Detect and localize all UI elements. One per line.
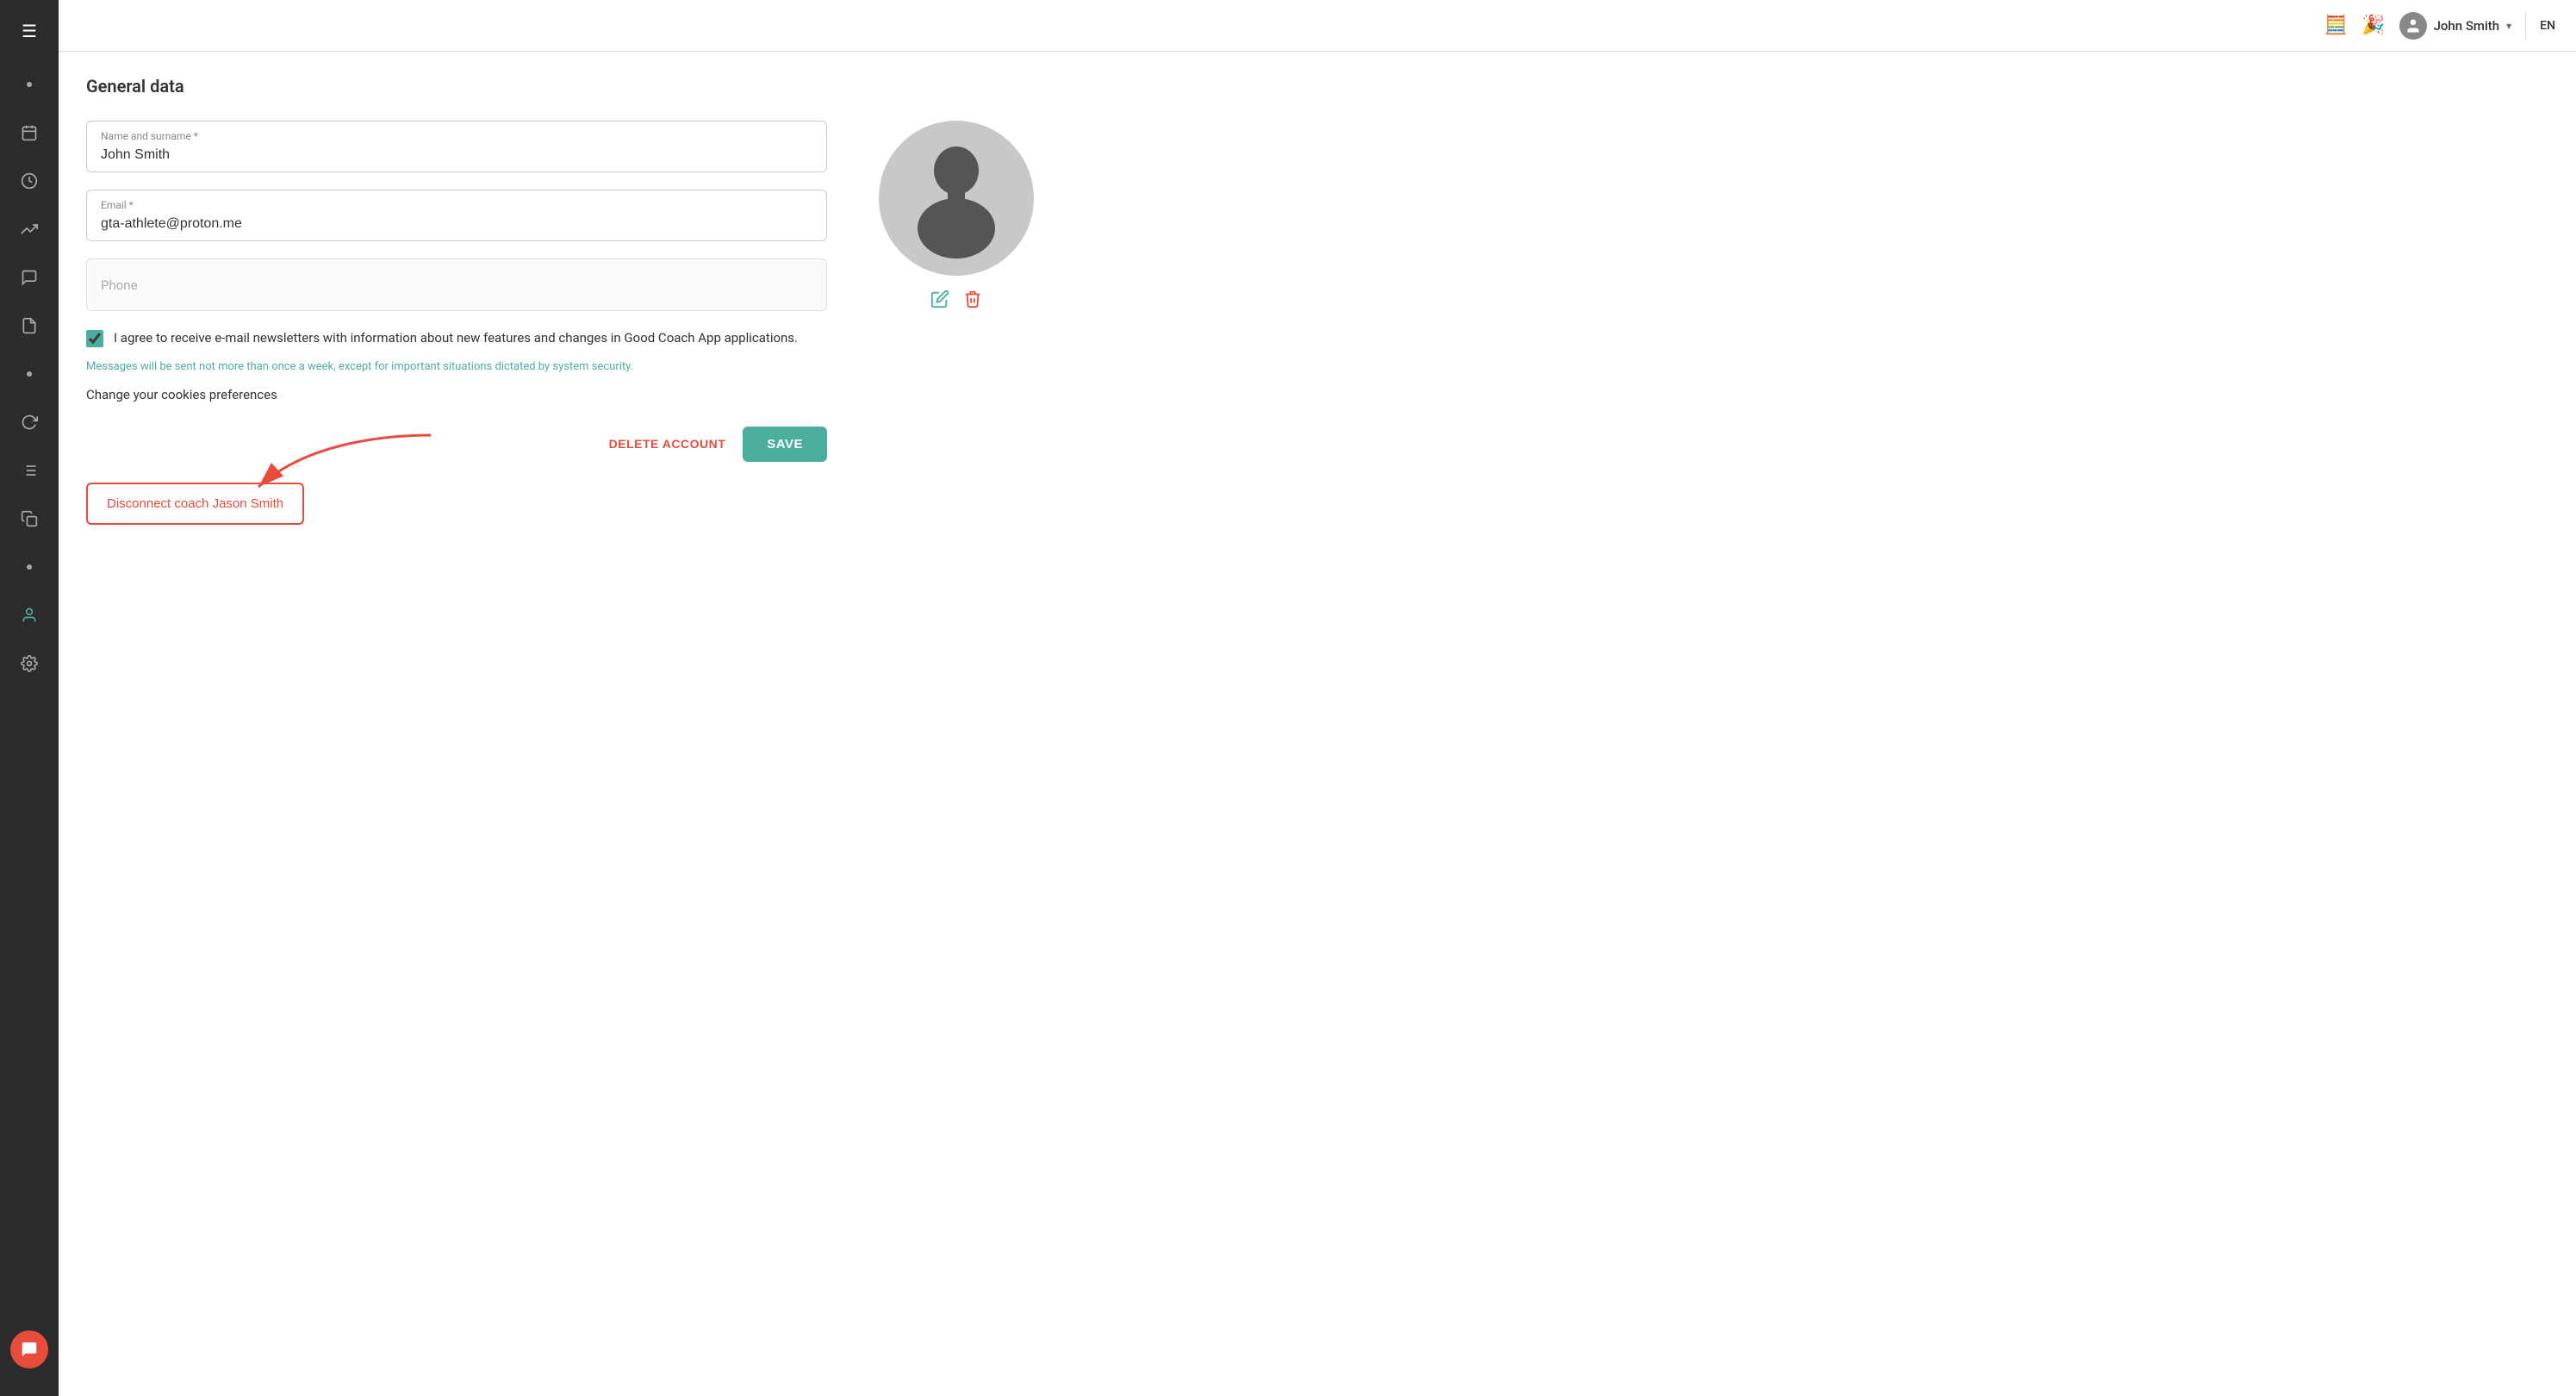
calculator-icon[interactable]: 🧮 [2324, 15, 2348, 36]
chevron-down-icon: ▾ [2506, 20, 2511, 32]
sidebar-item-report[interactable] [14, 165, 45, 196]
avatar-silhouette [905, 138, 1008, 259]
avatar-section [879, 52, 1034, 1368]
sidebar-item-refresh[interactable] [14, 407, 45, 438]
main-wrapper: 🧮 🎉 John Smith ▾ EN General data Name an… [59, 0, 2576, 1396]
name-field-wrapper[interactable]: Name and surname * [86, 121, 827, 172]
sidebar-item-copy[interactable] [14, 503, 45, 534]
name-input[interactable] [101, 147, 812, 163]
avatar-delete-button[interactable] [963, 290, 982, 314]
sidebar-item-dot1 [14, 69, 45, 100]
header-divider [2525, 12, 2526, 40]
action-row: DELETE ACCOUNT SAVE [86, 427, 827, 462]
sidebar-item-trending[interactable] [14, 214, 45, 245]
sidebar-bottom [10, 1331, 48, 1382]
form-section: General data Name and surname * Email * … [86, 52, 827, 1368]
email-field: Email * [86, 190, 827, 241]
save-button[interactable]: SAVE [743, 427, 827, 462]
name-field: Name and surname * [86, 121, 827, 172]
header: 🧮 🎉 John Smith ▾ EN [59, 0, 2576, 52]
newsletter-label: I agree to receive e-mail newsletters wi… [114, 328, 798, 348]
chat-bubble-button[interactable] [10, 1331, 48, 1368]
section-title: General data [86, 52, 827, 97]
newsletter-checkbox-row: I agree to receive e-mail newsletters wi… [86, 328, 827, 348]
phone-label: Phone [101, 277, 138, 293]
avatar [2399, 12, 2427, 40]
sidebar-item-dot2 [14, 358, 45, 390]
sidebar-item-user[interactable] [14, 600, 45, 631]
delete-account-button[interactable]: DELETE ACCOUNT [609, 437, 726, 451]
phone-field: Phone [86, 259, 827, 311]
name-label: Name and surname * [101, 130, 812, 142]
avatar-edit-button[interactable] [930, 290, 949, 314]
profile-avatar [879, 121, 1034, 276]
header-user[interactable]: John Smith ▾ [2399, 12, 2512, 40]
email-label: Email * [101, 199, 812, 211]
email-field-wrapper[interactable]: Email * [86, 190, 827, 241]
disconnect-coach-button[interactable]: Disconnect coach Jason Smith [86, 483, 304, 525]
sidebar-item-list[interactable] [14, 455, 45, 486]
phone-field-wrapper[interactable]: Phone [86, 259, 827, 311]
menu-icon[interactable]: ☰ [15, 14, 44, 48]
disconnect-section: Disconnect coach Jason Smith [86, 483, 827, 525]
sidebar-item-document[interactable] [14, 310, 45, 341]
content-area: General data Name and surname * Email * … [59, 52, 2576, 1396]
newsletter-note: Messages will be sent not more than once… [86, 360, 827, 373]
cookies-link[interactable]: Change your cookies preferences [86, 387, 827, 402]
sidebar-item-settings[interactable] [14, 648, 45, 679]
avatar-actions [930, 290, 982, 314]
newsletter-checkbox[interactable] [86, 330, 103, 347]
language-selector[interactable]: EN [2540, 19, 2555, 33]
sidebar-item-calendar[interactable] [14, 117, 45, 148]
sidebar-item-dot3 [14, 552, 45, 583]
sidebar-item-chat[interactable] [14, 262, 45, 293]
email-input[interactable] [101, 216, 812, 232]
sidebar-nav [14, 69, 45, 1331]
sidebar: ☰ [0, 0, 59, 1396]
party-icon[interactable]: 🎉 [2361, 15, 2385, 36]
header-username: John Smith [2434, 18, 2500, 34]
